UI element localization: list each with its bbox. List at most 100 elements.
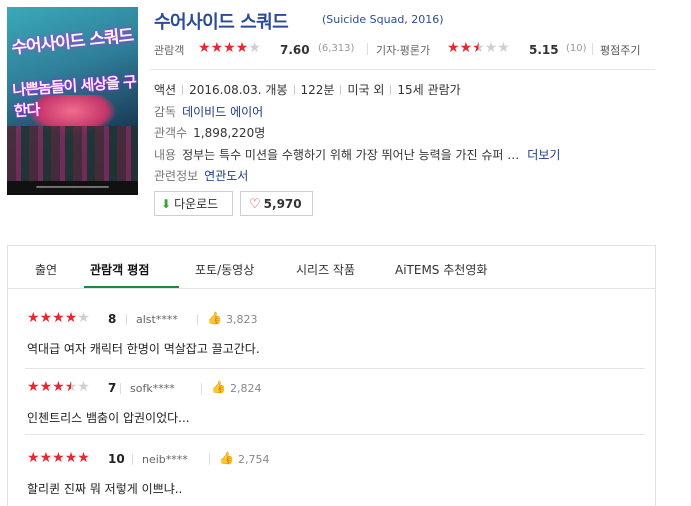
star-icon: ★: [27, 310, 40, 326]
heart-icon: ♡: [249, 197, 261, 212]
star-icon: ★: [198, 40, 211, 56]
info-director-row: 감독 데이비드 에이어: [154, 103, 263, 120]
divider: [126, 314, 127, 325]
content-summary: 정부는 특수 미션을 수행하기 위해 가장 뛰어난 능력을 가진 슈퍼 …: [182, 148, 520, 162]
content-label: 내용: [154, 148, 177, 162]
divider: [209, 454, 210, 465]
review-score: 7: [108, 381, 117, 395]
rate-movie-button[interactable]: 평점주기: [600, 42, 640, 58]
poster-title-text: 수어사이드 스쿼드: [10, 25, 135, 59]
star-icon: ★: [64, 379, 78, 395]
download-button[interactable]: ⬇ 다운로드: [154, 191, 233, 216]
divider: [25, 434, 645, 435]
review-user: neib****: [142, 453, 188, 466]
poster-footer: ━━━━━━━━━━━━━━━━━━━━: [7, 181, 138, 195]
audience-count: (6,313): [318, 43, 355, 54]
star-icon: ★: [52, 310, 65, 326]
divider: [120, 383, 121, 394]
related-label: 관련정보: [154, 169, 199, 183]
director-link[interactable]: 데이비드 에이어: [182, 105, 263, 119]
age-rating: 15세 관람가: [397, 83, 461, 97]
download-icon: ⬇: [161, 197, 172, 211]
divider: [293, 85, 295, 95]
review-stars: ★★★★★: [27, 310, 90, 326]
divider: [150, 69, 655, 70]
review-score: 10: [108, 452, 125, 466]
review-user: alst****: [136, 313, 178, 326]
runtime: 122분: [300, 83, 335, 97]
divider: [390, 85, 392, 95]
star-icon: ★: [64, 310, 78, 326]
more-link[interactable]: 더보기: [527, 148, 560, 162]
star-icon: ★: [223, 40, 236, 56]
tab-photo-video[interactable]: 포토/동영상: [195, 261, 254, 278]
star-icon: ★: [235, 40, 249, 56]
review-likes: 3,823: [226, 313, 258, 326]
star-icon: ★: [484, 40, 498, 56]
movie-poster[interactable]: 수어사이드 스쿼드 나쁜놈들이 세상을 구한다 ━━━━━━━━━━━━━━━━…: [7, 7, 138, 195]
like-button[interactable]: ♡ 5,970: [240, 191, 313, 216]
thumbs-up-icon[interactable]: 👍: [211, 380, 226, 394]
star-icon: ★: [39, 379, 53, 395]
review-stars: ★★★★★: [27, 450, 90, 466]
review-text: 역대급 여자 캐릭터 한명이 멱살잡고 끌고간다.: [27, 342, 260, 356]
star-icon: ★: [52, 450, 65, 466]
thumbs-up-icon[interactable]: 👍: [207, 311, 222, 325]
tab-cast[interactable]: 출연: [35, 261, 57, 278]
tab-bar: 출연 관람객 평점 포토/동영상 시리즈 작품 AiTEMS 추천영화: [8, 246, 655, 289]
star-icon: ★: [64, 450, 78, 466]
poster-tagline-text: 나쁜놈들이 세상을 구한다: [11, 72, 137, 121]
star-icon: ★: [27, 379, 40, 395]
download-label: 다운로드: [174, 197, 219, 211]
divider: [132, 454, 133, 465]
divider: [367, 43, 368, 55]
country: 미국 외: [347, 83, 385, 97]
rating-row: 관람객 ★★★★★ 7.60 (6,313) 기자·평론가 ★★★★★ 5.15…: [154, 40, 656, 60]
star-icon: ★: [39, 310, 53, 326]
star-icon: ★: [52, 379, 65, 395]
critic-rating-label: 기자·평론가: [376, 44, 431, 57]
star-icon: ★: [39, 450, 53, 466]
review-likes: 2,754: [238, 453, 270, 466]
divider: [201, 383, 202, 394]
star-icon: ★: [77, 379, 90, 395]
audience-total: 1,898,220명: [193, 126, 266, 140]
star-icon: ★: [472, 40, 485, 56]
genre: 액션: [154, 83, 177, 97]
review-panel: 출연 관람객 평점 포토/동영상 시리즈 작품 AiTEMS 추천영화 ★★★★…: [7, 245, 656, 506]
divider: [340, 85, 342, 95]
tab-aitems-recommend[interactable]: AiTEMS 추천영화: [395, 261, 487, 278]
divider: [197, 314, 198, 325]
audience-rating-label: 관람객: [154, 44, 185, 57]
audience-score: 7.60: [280, 43, 310, 57]
audience-total-label: 관객수: [154, 126, 188, 140]
related-books-link[interactable]: 연관도서: [204, 169, 248, 183]
star-icon: ★: [447, 40, 460, 56]
movie-title[interactable]: 수어사이드 스쿼드: [154, 8, 289, 34]
divider: [592, 43, 593, 55]
audience-stars: ★★★★★: [198, 40, 261, 56]
review-text: 인첸트리스 뱀춤이 압권이었다...: [27, 411, 190, 425]
critic-count: (10): [566, 43, 587, 54]
active-tab-indicator: [84, 286, 179, 288]
like-count: 5,970: [263, 197, 302, 211]
review-stars: ★★★★★: [27, 379, 90, 395]
poster-characters-art: [7, 126, 138, 181]
info-basic-row: 액션 2016.08.03. 개봉 122분 미국 외 15세 관람가: [154, 81, 461, 98]
review-score: 8: [108, 312, 117, 326]
star-icon: ★: [77, 310, 90, 326]
tab-series[interactable]: 시리즈 작품: [296, 261, 355, 278]
thumbs-up-icon[interactable]: 👍: [219, 451, 234, 465]
star-icon: ★: [77, 450, 90, 466]
info-content-row: 내용 정부는 특수 미션을 수행하기 위해 가장 뛰어난 능력을 가진 슈퍼 … 더…: [154, 146, 560, 163]
director-label: 감독: [154, 105, 177, 119]
tab-audience-reviews[interactable]: 관람객 평점: [90, 261, 149, 278]
review-user: sofk****: [130, 382, 175, 395]
movie-original-title: (Suicide Squad, 2016): [322, 13, 444, 26]
info-audience-row: 관객수 1,898,220명: [154, 124, 265, 141]
critic-stars: ★★★★★: [447, 40, 510, 56]
star-icon: ★: [210, 40, 224, 56]
star-icon: ★: [497, 40, 510, 56]
star-icon: ★: [27, 450, 40, 466]
divider: [182, 85, 184, 95]
